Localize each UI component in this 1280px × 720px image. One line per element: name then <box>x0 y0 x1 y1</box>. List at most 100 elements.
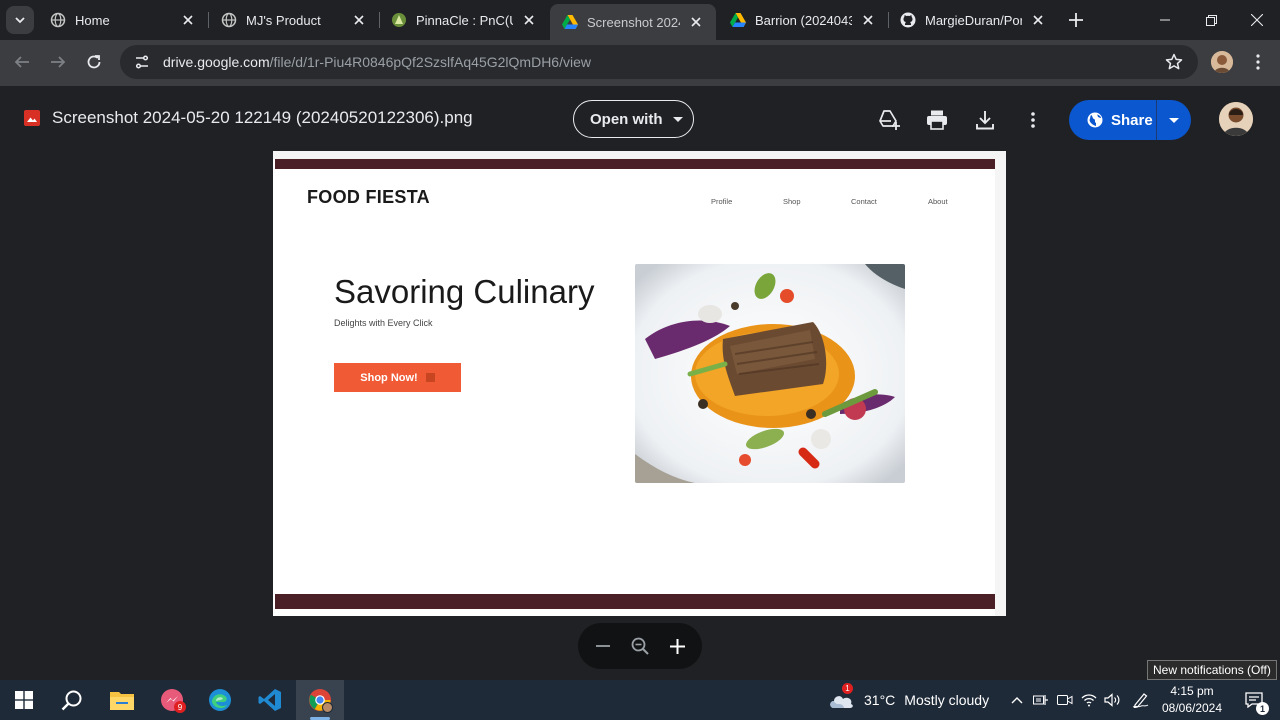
show-hidden-icons-button[interactable] <box>1006 680 1028 720</box>
share-button[interactable]: Share <box>1069 100 1157 140</box>
folder-icon <box>110 692 134 710</box>
preview-subheadline: Delights with Every Click <box>334 318 433 328</box>
open-with-button[interactable]: Open with <box>573 100 694 138</box>
volume-indicator[interactable] <box>1102 680 1124 720</box>
preview-cart-icon <box>425 373 435 382</box>
tab-pinnacle[interactable]: PinnaCle : PnC(UC) <box>379 4 549 36</box>
preview-scroll-edge <box>995 159 1006 616</box>
zoom-out-button[interactable] <box>588 631 618 661</box>
profile-avatar[interactable] <box>1211 51 1233 73</box>
preview-footer-band <box>275 594 995 609</box>
chrome-button[interactable] <box>296 680 344 720</box>
browser-toolbar: drive.google.com/file/d/1r-Piu4R0846pQf2… <box>0 40 1280 86</box>
input-method-indicator[interactable] <box>1030 680 1052 720</box>
image-file-icon <box>24 110 40 126</box>
share-dropdown-button[interactable] <box>1157 117 1191 123</box>
site-settings-icon[interactable] <box>126 45 158 79</box>
chrome-profile-avatar <box>322 702 333 713</box>
weather-condition: Mostly cloudy <box>904 692 990 708</box>
vscode-icon <box>258 689 281 711</box>
zoom-reset-button[interactable] <box>625 631 655 661</box>
tab-title: PinnaCle : PnC(UC) <box>416 12 513 28</box>
pen-menu-indicator[interactable] <box>1130 680 1152 720</box>
back-button[interactable] <box>8 48 36 76</box>
preview-nav-about: About <box>928 197 948 206</box>
wifi-icon <box>1081 694 1097 707</box>
download-button[interactable] <box>971 106 999 134</box>
chevron-down-icon <box>15 17 25 24</box>
restore-icon <box>1205 14 1217 26</box>
restore-button[interactable] <box>1188 0 1234 40</box>
tab-screenshot[interactable]: Screenshot 2024-0 <box>550 4 716 40</box>
plus-icon <box>1069 13 1083 27</box>
close-window-button[interactable] <box>1234 0 1280 40</box>
globe-icon <box>50 12 66 28</box>
browser-menu-button[interactable] <box>1244 48 1272 76</box>
tab-barrion[interactable]: Barrion (20240430 <box>718 4 888 36</box>
notification-count-badge: 1 <box>1256 702 1269 715</box>
tab-title: Screenshot 2024-0 <box>587 14 680 30</box>
tab-title: MargieDuran/Portf <box>925 12 1022 28</box>
clock-date: 08/06/2024 <box>1161 701 1223 715</box>
camera-icon <box>1057 695 1073 705</box>
tab-search-button[interactable] <box>6 6 34 34</box>
tab-home[interactable]: Home <box>38 4 208 36</box>
minimize-icon <box>1160 19 1170 21</box>
account-avatar[interactable] <box>1219 102 1253 136</box>
tab-github-portfolio[interactable]: MargieDuran/Portf <box>888 4 1058 36</box>
drive-add-icon <box>879 110 900 130</box>
add-shortcut-to-drive-button[interactable] <box>875 106 903 134</box>
cloud-icon: 1 <box>828 683 854 709</box>
network-indicator[interactable] <box>1078 680 1100 720</box>
more-actions-button[interactable] <box>1019 106 1047 134</box>
forward-button[interactable] <box>44 48 72 76</box>
address-bar[interactable]: drive.google.com/file/d/1r-Piu4R0846pQf2… <box>120 45 1198 79</box>
start-button[interactable] <box>0 680 48 720</box>
taskbar-search-button[interactable] <box>48 680 96 720</box>
close-icon[interactable] <box>688 14 704 30</box>
zoom-in-button[interactable] <box>662 631 692 661</box>
search-icon <box>61 690 82 711</box>
globe-icon <box>221 12 237 28</box>
url-host: drive.google.com <box>163 54 270 70</box>
pinnacle-icon <box>391 12 407 28</box>
preview-headline: Savoring Culinary <box>334 273 595 310</box>
bookmark-star-icon[interactable] <box>1164 52 1184 72</box>
chevron-up-icon <box>1011 697 1023 704</box>
reload-icon <box>87 55 101 69</box>
notification-center-button[interactable]: 1 <box>1236 680 1272 720</box>
close-icon[interactable] <box>351 12 367 28</box>
arrow-left-icon <box>14 56 29 68</box>
close-icon[interactable] <box>1030 12 1046 28</box>
speaker-icon <box>1104 693 1120 707</box>
edge-browser-button[interactable] <box>196 680 244 720</box>
windows-taskbar: 9 1 31°C Mostly cloudy 4:15 pm 08/06/202… <box>0 680 1280 720</box>
minimize-button[interactable] <box>1142 0 1188 40</box>
open-with-label: Open with <box>590 110 663 128</box>
tab-mjs-product[interactable]: MJ's Product <box>209 4 379 36</box>
more-vert-icon <box>1031 112 1035 128</box>
caret-down-icon <box>672 116 683 122</box>
share-label: Share <box>1111 111 1153 129</box>
close-icon[interactable] <box>180 12 196 28</box>
taskbar-app-messaging[interactable]: 9 <box>148 680 196 720</box>
preview-nav-profile: Profile <box>711 197 733 206</box>
keyboard-language-icon <box>1033 695 1048 705</box>
file-explorer-button[interactable] <box>98 680 146 720</box>
globe-icon <box>1087 112 1103 128</box>
meet-now-indicator[interactable] <box>1054 680 1076 720</box>
close-icon[interactable] <box>521 12 537 28</box>
weather-widget[interactable]: 1 31°C Mostly cloudy <box>828 680 989 720</box>
weather-temperature: 31°C <box>864 692 896 708</box>
close-icon[interactable] <box>860 12 876 28</box>
vscode-button[interactable] <box>246 680 294 720</box>
reload-button[interactable] <box>80 48 108 76</box>
preview-brand-logo: FOOD FIESTA <box>307 187 430 207</box>
url-path: /file/d/1r-Piu4R0846pQf2SzslfAq45G2lQmDH… <box>269 54 591 70</box>
print-button[interactable] <box>923 106 951 134</box>
system-clock[interactable]: 4:15 pm 08/06/2024 <box>1156 683 1228 717</box>
preview-shop-now-button: Shop Now! <box>334 363 461 392</box>
file-name: Screenshot 2024-05-20 122149 (2024052012… <box>52 108 473 127</box>
new-tab-button[interactable] <box>1064 8 1088 32</box>
magnifier-icon <box>631 637 649 655</box>
